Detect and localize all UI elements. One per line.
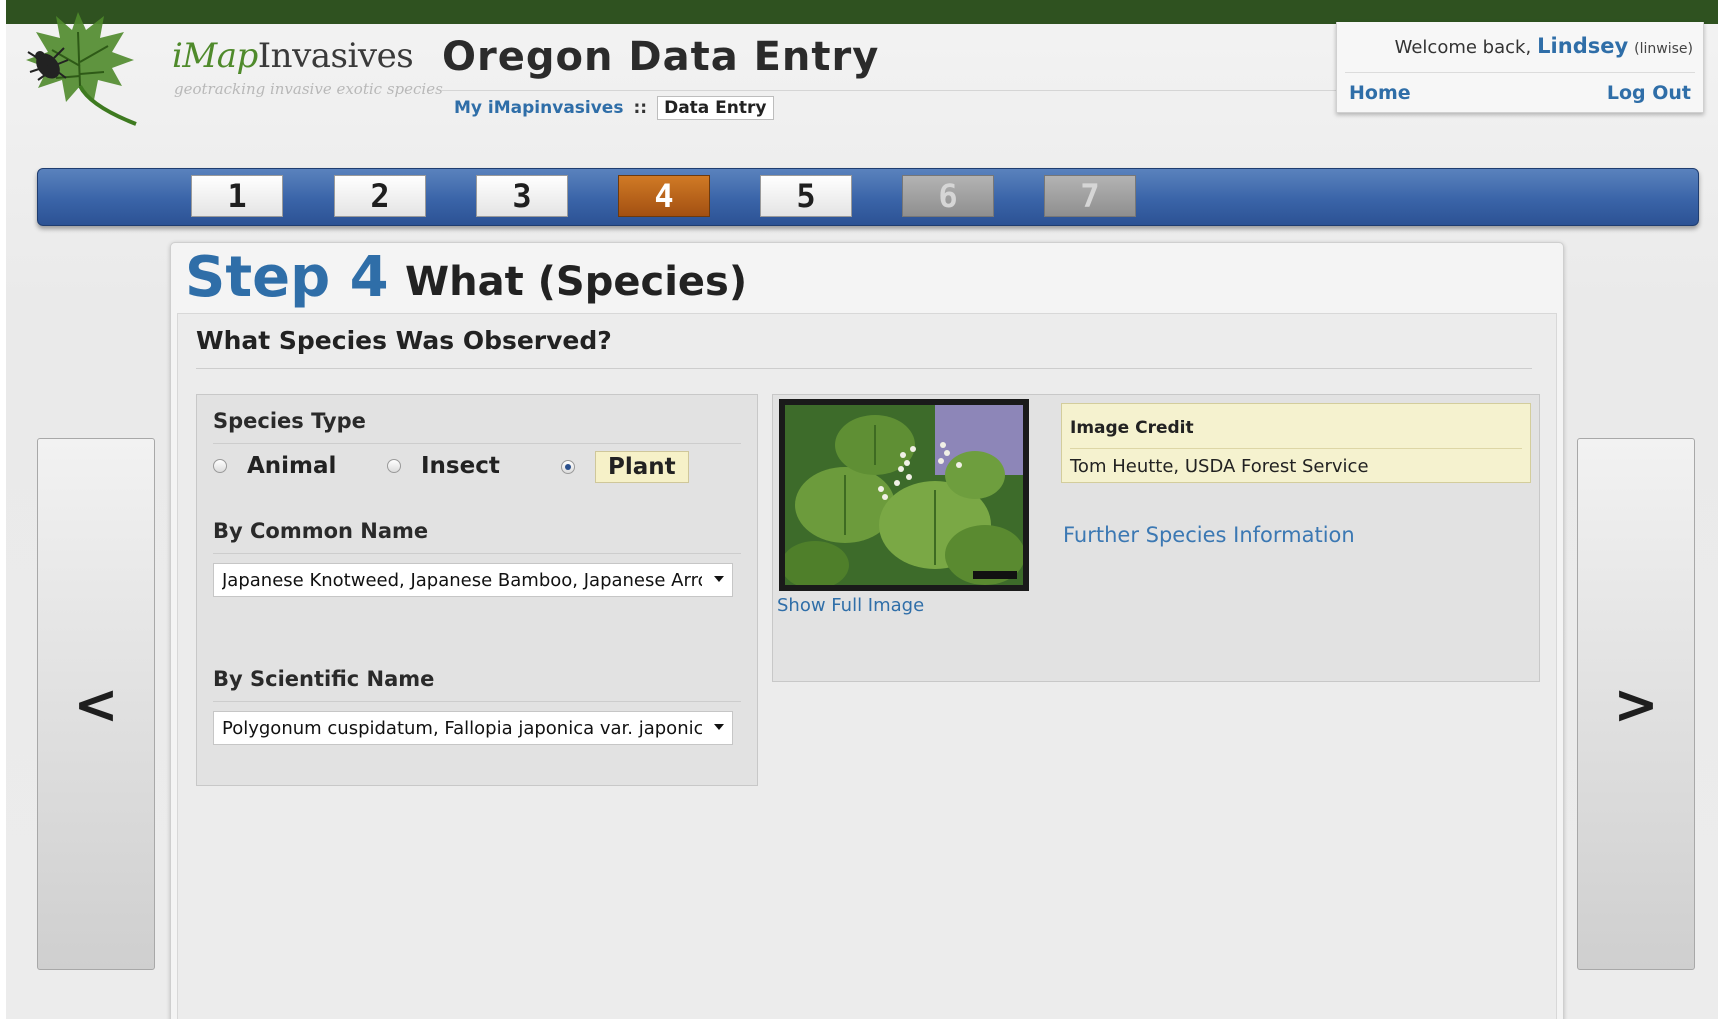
radio-animal-button[interactable] bbox=[213, 459, 227, 473]
user-box: Welcome back, Lindsey (linwise) Home Log O… bbox=[1336, 22, 1704, 113]
show-full-image-link[interactable]: Show Full Image bbox=[777, 595, 924, 616]
brand-prefix: iMap bbox=[172, 36, 258, 76]
species-selection-panel: Species Type Animal Insect Plant By Comm… bbox=[196, 394, 758, 786]
welcome-message: Welcome back, Lindsey (linwise) bbox=[1395, 34, 1693, 58]
question-heading: What Species Was Observed? bbox=[196, 326, 612, 355]
radio-insect-button[interactable] bbox=[387, 459, 401, 473]
user-id: (linwise) bbox=[1634, 41, 1693, 57]
common-name-divider bbox=[213, 553, 741, 554]
radio-plant-label[interactable]: Plant bbox=[595, 451, 689, 483]
scientific-name-label: By Scientific Name bbox=[213, 667, 435, 691]
radio-plant-button[interactable] bbox=[561, 460, 575, 474]
species-type-divider bbox=[213, 443, 741, 444]
previous-step-button[interactable]: < bbox=[37, 438, 155, 970]
radio-animal[interactable]: Animal bbox=[213, 453, 336, 479]
step-3-button[interactable]: 3 bbox=[476, 175, 568, 217]
image-credit-title: Image Credit bbox=[1070, 418, 1194, 438]
step-title: What (Species) bbox=[405, 259, 748, 305]
step-6-button: 6 bbox=[902, 175, 994, 217]
common-name-label: By Common Name bbox=[213, 519, 429, 543]
breadcrumb: My iMapinvasives :: Data Entry bbox=[454, 96, 774, 120]
step-7-button: 7 bbox=[1044, 175, 1136, 217]
breadcrumb-current: Data Entry bbox=[657, 96, 774, 120]
home-link[interactable]: Home bbox=[1349, 82, 1411, 104]
scientific-name-value: Polygonum cuspidatum, Fallopia japonica … bbox=[222, 717, 702, 739]
next-step-button[interactable]: > bbox=[1577, 438, 1695, 970]
radio-plant[interactable]: Plant bbox=[561, 451, 689, 483]
welcome-greeting: Welcome back, bbox=[1394, 37, 1532, 58]
radio-insect[interactable]: Insect bbox=[387, 453, 500, 479]
breadcrumb-home-link[interactable]: My iMapinvasives bbox=[454, 98, 623, 118]
knotweed-photo-image bbox=[781, 405, 1025, 589]
species-photo[interactable] bbox=[779, 399, 1029, 591]
radio-insect-label[interactable]: Insect bbox=[421, 453, 500, 479]
step-2-button[interactable]: 2 bbox=[334, 175, 426, 217]
species-image-panel: Show Full Image Image Credit Tom Heutte,… bbox=[772, 394, 1540, 682]
common-name-select[interactable]: Japanese Knotweed, Japanese Bamboo, Japa… bbox=[213, 563, 733, 597]
user-name: Lindsey bbox=[1537, 34, 1629, 58]
further-species-info-link[interactable]: Further Species Information bbox=[1063, 523, 1355, 547]
brand-suffix: Invasives bbox=[257, 36, 414, 76]
step-4-button[interactable]: 4 bbox=[618, 175, 710, 217]
scientific-name-select[interactable]: Polygonum cuspidatum, Fallopia japonica … bbox=[213, 711, 733, 745]
brand-tagline: geotracking invasive exotic species bbox=[174, 80, 443, 98]
step-navigation-bar: 1 2 3 4 5 6 7 bbox=[37, 168, 1699, 226]
step-5-button[interactable]: 5 bbox=[760, 175, 852, 217]
user-box-divider bbox=[1345, 72, 1695, 73]
question-divider bbox=[196, 368, 1532, 369]
brand-name[interactable]: iMapInvasives bbox=[172, 36, 414, 76]
image-credit-divider bbox=[1070, 448, 1522, 449]
species-type-label: Species Type bbox=[213, 409, 366, 433]
scientific-name-divider bbox=[213, 701, 741, 702]
logout-link[interactable]: Log Out bbox=[1607, 82, 1691, 104]
image-credit-name: Tom Heutte, USDA Forest Service bbox=[1070, 456, 1369, 477]
page: iMapInvasives geotracking invasive exoti… bbox=[6, 0, 1718, 1019]
breadcrumb-separator: :: bbox=[633, 98, 648, 118]
leaf-logo-icon bbox=[26, 12, 137, 126]
chevron-down-icon bbox=[714, 724, 724, 730]
header-divider bbox=[442, 90, 1342, 91]
image-credit-box: Image Credit Tom Heutte, USDA Forest Ser… bbox=[1061, 403, 1531, 483]
radio-animal-label[interactable]: Animal bbox=[247, 453, 336, 479]
page-title: Oregon Data Entry bbox=[442, 34, 880, 80]
step-panel: Step 4 What (Species) What Species Was O… bbox=[170, 242, 1564, 1019]
chevron-down-icon bbox=[714, 576, 724, 582]
top-bar bbox=[6, 0, 1718, 24]
step-number: Step 4 bbox=[185, 245, 389, 310]
step-1-button[interactable]: 1 bbox=[191, 175, 283, 217]
species-form-area: What Species Was Observed? Species Type … bbox=[177, 313, 1557, 1019]
common-name-value: Japanese Knotweed, Japanese Bamboo, Japa… bbox=[222, 569, 702, 591]
